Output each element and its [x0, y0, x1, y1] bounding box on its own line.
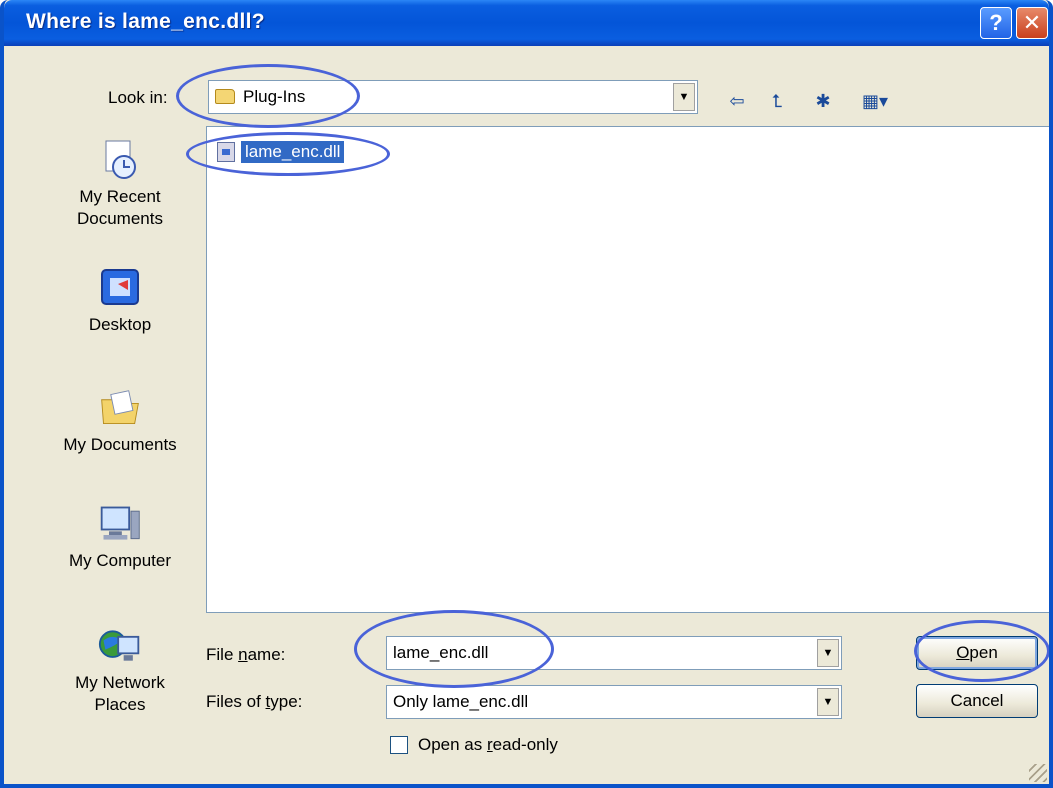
back-button[interactable]: ⇦	[724, 88, 750, 114]
title-bar[interactable]: Where is lame_enc.dll? ? ✕	[4, 0, 1049, 46]
file-name-value: lame_enc.dll	[393, 643, 489, 662]
help-icon: ?	[989, 10, 1003, 35]
view-menu-button[interactable]: ▦▾	[852, 88, 898, 114]
clock-icon	[98, 138, 142, 182]
file-type-label: Files of type:	[206, 692, 303, 711]
computer-icon	[98, 502, 142, 546]
open-file-dialog: Where is lame_enc.dll? ? ✕ Look in: Plug…	[0, 0, 1053, 788]
new-folder-button[interactable]: ✱	[810, 88, 836, 114]
file-name-input[interactable]: lame_enc.dll ▼	[386, 636, 842, 670]
look-in-label: Look in:	[108, 88, 168, 107]
up-folder-icon: ⮤	[771, 90, 783, 111]
desktop-icon	[98, 266, 142, 310]
chevron-down-icon[interactable]: ▼	[817, 639, 839, 667]
resize-grip[interactable]	[1029, 764, 1047, 782]
dll-file-icon	[217, 142, 235, 162]
close-button[interactable]: ✕	[1016, 7, 1048, 39]
read-only-checkbox[interactable]	[390, 736, 408, 754]
open-button[interactable]: Open	[916, 636, 1038, 670]
view-menu-icon: ▦▾	[861, 90, 889, 111]
dialog-title: Where is lame_enc.dll?	[26, 10, 265, 33]
close-icon: ✕	[1022, 10, 1042, 35]
places-bar: My Recent Documents Desktop My Documents…	[40, 126, 200, 776]
up-folder-button[interactable]: ⮤	[764, 88, 790, 114]
chevron-down-icon[interactable]: ▼	[673, 83, 695, 111]
place-my-computer[interactable]: My Computer	[40, 502, 200, 572]
place-desktop[interactable]: Desktop	[40, 266, 200, 336]
place-my-network-places[interactable]: My Network Places	[40, 624, 200, 716]
back-arrow-icon: ⇦	[729, 90, 745, 111]
look-in-dropdown[interactable]: Plug-Ins ▼	[208, 80, 698, 114]
folder-icon	[215, 89, 235, 105]
file-type-value: Only lame_enc.dll	[393, 692, 529, 711]
place-my-recent-documents[interactable]: My Recent Documents	[40, 138, 200, 230]
network-icon	[98, 624, 142, 668]
file-item-label: lame_enc.dll	[241, 141, 345, 163]
help-button[interactable]: ?	[980, 7, 1012, 39]
place-my-documents[interactable]: My Documents	[40, 386, 200, 456]
folder-documents-icon	[98, 386, 142, 430]
look-in-value: Plug-Ins	[243, 87, 306, 106]
cancel-button[interactable]: Cancel	[916, 684, 1038, 718]
file-name-label: File name:	[206, 645, 286, 664]
new-folder-icon: ✱	[815, 90, 831, 111]
file-list[interactable]: lame_enc.dll	[206, 126, 1049, 613]
list-item[interactable]: lame_enc.dll	[217, 140, 345, 164]
read-only-label: Open as read-only	[418, 735, 558, 754]
file-type-dropdown[interactable]: Only lame_enc.dll ▼	[386, 685, 842, 719]
chevron-down-icon[interactable]: ▼	[817, 688, 839, 716]
